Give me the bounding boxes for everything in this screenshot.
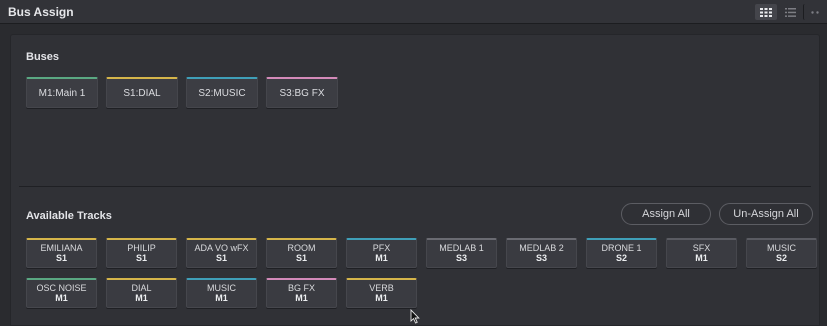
assign-all-label: Assign All — [642, 208, 690, 220]
bus-button-m1[interactable]: M1:Main 1 — [26, 77, 98, 108]
view-controls — [755, 0, 827, 24]
more-options-icon[interactable] — [803, 4, 825, 20]
track-bus: S3 — [535, 253, 547, 263]
track-name: MEDLAB 2 — [519, 243, 564, 253]
track-name: MUSIC — [207, 283, 236, 293]
grid-view-icon[interactable] — [755, 4, 777, 20]
track-button[interactable]: ADA VO wFX S1 — [186, 238, 257, 268]
track-button[interactable]: PHILIP S1 — [106, 238, 177, 268]
unassign-all-label: Un-Assign All — [733, 208, 799, 220]
track-button[interactable]: MUSIC M1 — [186, 278, 257, 308]
bus-label: S1:DIAL — [123, 87, 161, 99]
track-bus: S3 — [455, 253, 467, 263]
track-bus: S1 — [295, 253, 307, 263]
track-name: BG FX — [287, 283, 315, 293]
section-divider — [19, 186, 811, 187]
track-bus: M1 — [375, 293, 388, 303]
track-bus: M1 — [375, 253, 388, 263]
track-name: EMILIANA — [40, 243, 83, 253]
track-name: DRONE 1 — [601, 243, 642, 253]
track-name: ADA VO wFX — [194, 243, 249, 253]
track-bus: S1 — [55, 253, 67, 263]
track-button[interactable]: MUSIC S2 — [746, 238, 817, 268]
track-bus: S1 — [135, 253, 147, 263]
bus-assign-panel: Buses M1:Main 1 S1:DIAL S2:MUSIC S3:BG F… — [10, 34, 820, 326]
track-name: PFX — [372, 243, 391, 253]
title-bar: Bus Assign — [0, 0, 827, 24]
track-button[interactable]: MEDLAB 2 S3 — [506, 238, 577, 268]
track-bus: M1 — [295, 293, 308, 303]
bus-button-s3[interactable]: S3:BG FX — [266, 77, 338, 108]
track-bus: M1 — [695, 253, 708, 263]
track-button[interactable]: PFX M1 — [346, 238, 417, 268]
track-name: PHILIP — [127, 243, 156, 253]
available-tracks-heading: Available Tracks — [26, 210, 112, 222]
track-bus: S2 — [615, 253, 627, 263]
track-bus: M1 — [55, 293, 68, 303]
mouse-pointer-icon — [410, 308, 420, 326]
track-button[interactable]: SFX M1 — [666, 238, 737, 268]
list-view-icon[interactable] — [779, 4, 801, 20]
track-button[interactable]: MEDLAB 1 S3 — [426, 238, 497, 268]
track-button[interactable]: VERB M1 — [346, 278, 417, 308]
track-name: MEDLAB 1 — [439, 243, 484, 253]
bus-label: S2:MUSIC — [198, 87, 246, 99]
track-name: ROOM — [287, 243, 316, 253]
track-name: VERB — [369, 283, 394, 293]
window-title: Bus Assign — [8, 4, 74, 19]
bus-label: M1:Main 1 — [38, 87, 86, 99]
buses-heading: Buses — [26, 51, 60, 63]
assign-all-button[interactable]: Assign All — [621, 203, 711, 225]
bus-button-s2[interactable]: S2:MUSIC — [186, 77, 258, 108]
track-name: MUSIC — [767, 243, 796, 253]
track-button[interactable]: BG FX M1 — [266, 278, 337, 308]
track-button[interactable]: DIAL M1 — [106, 278, 177, 308]
track-bus: M1 — [135, 293, 148, 303]
track-bus: S1 — [215, 253, 227, 263]
track-bus: M1 — [215, 293, 228, 303]
bus-label: S3:BG FX — [279, 87, 325, 99]
track-bus: S2 — [775, 253, 787, 263]
bus-button-s1[interactable]: S1:DIAL — [106, 77, 178, 108]
track-name: SFX — [692, 243, 711, 253]
track-button[interactable]: OSC NOISE M1 — [26, 278, 97, 308]
track-button[interactable]: ROOM S1 — [266, 238, 337, 268]
track-button[interactable]: EMILIANA S1 — [26, 238, 97, 268]
unassign-all-button[interactable]: Un-Assign All — [719, 203, 813, 225]
track-button[interactable]: DRONE 1 S2 — [586, 238, 657, 268]
track-name: DIAL — [131, 283, 152, 293]
track-name: OSC NOISE — [36, 283, 87, 293]
